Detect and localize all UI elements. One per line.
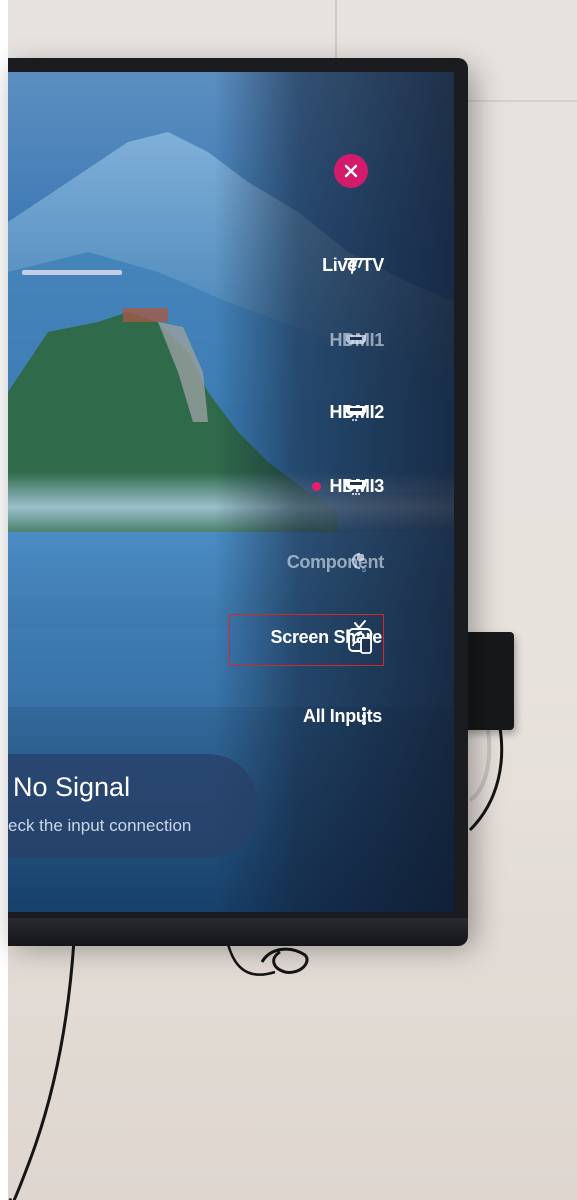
- antenna-icon: [339, 250, 369, 280]
- tv-bottom-bar: [8, 918, 468, 946]
- no-signal-subtitle: eck the input connection: [8, 816, 192, 835]
- active-input-dot: [312, 481, 322, 491]
- no-signal-title: No Signal: [13, 772, 131, 802]
- tv-screen: Live TV HDMI1 HDMI2: [8, 72, 454, 912]
- close-icon: [344, 164, 358, 178]
- screen-share-highlight: [229, 614, 384, 666]
- wall-mounted-device: [462, 632, 514, 730]
- more-vertical-icon: [349, 701, 379, 731]
- hdmi-icon: [341, 398, 371, 428]
- svg-text:5: 5: [362, 567, 366, 574]
- component-icon: 5: [342, 547, 372, 577]
- hdmi-icon: [341, 472, 371, 502]
- no-signal-panel: No Signal eck the input connection: [8, 754, 258, 858]
- photo-scene: Live TV HDMI1 HDMI2: [0, 0, 577, 1200]
- close-button[interactable]: [334, 154, 368, 188]
- hdmi-icon: [341, 325, 371, 355]
